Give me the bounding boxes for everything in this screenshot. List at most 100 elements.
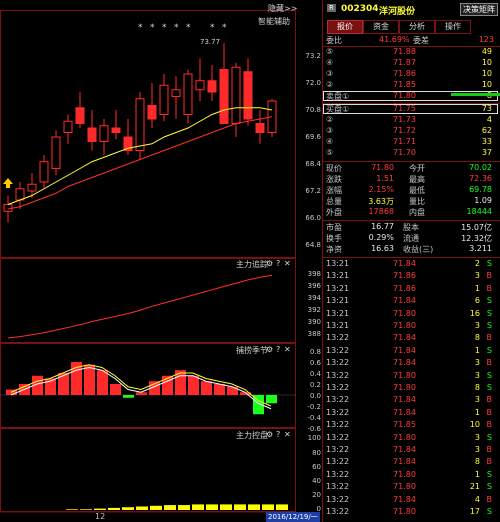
ctrl-tick-label: 60 (312, 463, 321, 471)
assist-label[interactable]: 智能辅助 (258, 16, 290, 27)
chart-area[interactable]: * * * * * * * 智能辅助 73.77 12 2016/12/19/一 主力追踪 … (0, 0, 320, 522)
y-axis-column: 73.2 72.0 70.8 69.6 68.4 67.2 66.0 64.8 … (268, 0, 322, 522)
stat-value: 2.15% (368, 185, 394, 194)
tick-volume: 8 (474, 383, 480, 392)
vol-panel-title[interactable]: 主力追踪 (236, 259, 268, 270)
order-row[interactable]: 13:22 71.84 3 B (323, 358, 496, 369)
order-price: 71.72 (393, 126, 416, 135)
close-icon[interactable]: ✕ (284, 430, 291, 439)
tick-time: 13:22 (326, 507, 350, 516)
order-price: 71.86 (393, 69, 416, 78)
control-bar (94, 508, 106, 510)
tick-price: 71.80 (393, 383, 416, 392)
order-row[interactable]: 13:21 71.80 3 S (323, 321, 496, 332)
vol-tick-label: 394 (307, 294, 321, 302)
tab-quote[interactable]: 报价 (327, 20, 363, 34)
tick-volume: 10 (469, 420, 480, 430)
order-level-label: ② (326, 115, 334, 124)
order-row[interactable]: 13:22 71.80 17 S (323, 507, 496, 518)
order-row[interactable]: ④ 71.71 33 (323, 137, 496, 148)
order-row[interactable]: 13:21 71.86 3 B (323, 271, 496, 282)
gear-icon[interactable]: ⚙ (266, 345, 273, 354)
vol-tick-label: 390 (307, 318, 321, 326)
order-row[interactable]: ③ 71.86 10 (323, 69, 496, 80)
order-row[interactable]: ⑤ 71.88 49 (323, 47, 496, 58)
order-row[interactable]: 13:22 71.84 3 B (323, 395, 496, 406)
order-row[interactable]: 涨幅 2.15% 最低 69.78 (323, 185, 496, 196)
order-row[interactable]: 13:22 71.85 10 B (323, 420, 496, 431)
order-row[interactable]: 买盘① 71.75 73 (323, 104, 496, 115)
tick-volume: 21 (469, 482, 480, 492)
tick-volume: 4 (474, 494, 480, 504)
buy-arrow-icon (3, 178, 13, 188)
close-icon[interactable]: ✕ (284, 345, 291, 354)
order-row[interactable]: 13:21 71.84 2 S (323, 259, 496, 270)
order-row[interactable]: 13:21 71.86 1 B (323, 284, 496, 295)
stat-value: 16.77 (371, 222, 394, 231)
order-level-label: 卖盘① (326, 92, 350, 101)
gear-icon[interactable]: ⚙ (266, 259, 273, 268)
order-row[interactable]: 换手 0.29% 流通 12.32亿 (323, 233, 496, 244)
order-row[interactable]: ② 71.73 4 (323, 115, 496, 126)
season-tick-label: -0.2 (307, 403, 321, 411)
order-row[interactable]: 现价 71.80 今开 70.02 (323, 163, 496, 174)
order-row[interactable]: 外盘 17868 内盘 18444 (323, 207, 496, 218)
order-row[interactable]: 13:22 71.84 8 B (323, 457, 496, 468)
order-row[interactable]: 13:22 71.80 8 S (323, 383, 496, 394)
y-tick-label: 70.8 (305, 106, 321, 114)
order-row[interactable]: 13:22 71.80 21 S (323, 482, 496, 493)
order-row[interactable]: 总量 3.63万 量比 1.09 (323, 196, 496, 207)
control-bar (248, 504, 260, 510)
order-row[interactable]: 市盈 16.77 股本 15.07亿 (323, 222, 496, 233)
order-price: 71.87 (393, 58, 416, 67)
tick-volume: 3 (474, 321, 480, 330)
stock-code: 002304 (341, 4, 379, 14)
order-row[interactable]: 13:21 71.84 6 S (323, 296, 496, 307)
quote-panel: R 002304 洋河股份 决策矩阵 报价 资金 分析 操作 委比 41.69%… (322, 0, 500, 522)
order-row[interactable]: 13:22 71.84 4 B (323, 495, 496, 506)
tick-direction: S (486, 482, 492, 492)
help-icon[interactable]: ? (276, 345, 280, 354)
order-row[interactable]: ③ 71.72 62 (323, 126, 496, 137)
tick-direction: B (486, 457, 493, 467)
order-level-label: ⑤ (326, 47, 334, 56)
gear-icon[interactable]: ⚙ (266, 430, 273, 439)
tick-price: 71.80 (393, 469, 416, 479)
season-panel-title[interactable]: 捕捞季节 (236, 345, 268, 356)
order-row[interactable]: 13:21 71.80 16 S (323, 309, 496, 320)
order-row[interactable]: ② 71.85 10 (323, 80, 496, 91)
tab-operation[interactable]: 操作 (435, 20, 471, 34)
ctrl-panel-title[interactable]: 主力控盘 (236, 430, 268, 441)
close-icon[interactable]: ✕ (284, 259, 291, 268)
order-volume: 37 (481, 148, 492, 157)
tick-time: 13:21 (326, 283, 350, 293)
order-row[interactable]: 13:22 71.80 1 S (323, 470, 496, 481)
tab-analysis[interactable]: 分析 (399, 20, 435, 34)
quote-stats: 现价 71.80 今开 70.02 涨跌 1.51 最高 72.36 涨幅 2.15% 最低 69.7… (323, 163, 500, 219)
order-row[interactable]: 13:22 71.80 3 S (323, 433, 496, 444)
tick-volume: 3 (474, 445, 480, 454)
help-icon[interactable]: ? (276, 430, 280, 439)
candle-body (75, 107, 85, 124)
order-row[interactable]: 净资 16.63 收益(三) 3.211 (323, 244, 496, 255)
order-price: 71.88 (393, 47, 416, 56)
order-volume: 62 (481, 126, 492, 135)
tick-time: 13:22 (326, 469, 350, 479)
tick-time: 13:22 (326, 432, 350, 442)
order-row[interactable]: 涨跌 1.51 最高 72.36 (323, 174, 496, 185)
order-row[interactable]: 13:22 71.84 3 B (323, 445, 496, 456)
order-level-label: ④ (326, 58, 334, 67)
order-row[interactable]: ④ 71.87 10 (323, 58, 496, 69)
tick-direction: B (486, 358, 493, 368)
help-icon[interactable]: ? (276, 259, 280, 268)
tab-funds[interactable]: 资金 (363, 20, 399, 34)
tick-list[interactable]: 13:21 71.84 2 S 13:21 71.86 3 B 13:21 71.86 1 B 13:2… (323, 259, 500, 522)
decision-matrix-button[interactable]: 决策矩阵 (460, 3, 498, 16)
order-row[interactable]: 13:22 71.84 1 B (323, 408, 496, 419)
order-row[interactable]: 13:22 71.80 3 S (323, 371, 496, 382)
order-row[interactable]: ⑤ 71.70 37 (323, 148, 496, 159)
stock-name: 洋河股份 (379, 7, 416, 17)
hide-toggle[interactable]: 隐藏>> (268, 3, 297, 14)
order-row[interactable]: 13:22 71.84 1 S (323, 346, 496, 357)
order-row[interactable]: 13:22 71.84 8 B (323, 333, 496, 344)
